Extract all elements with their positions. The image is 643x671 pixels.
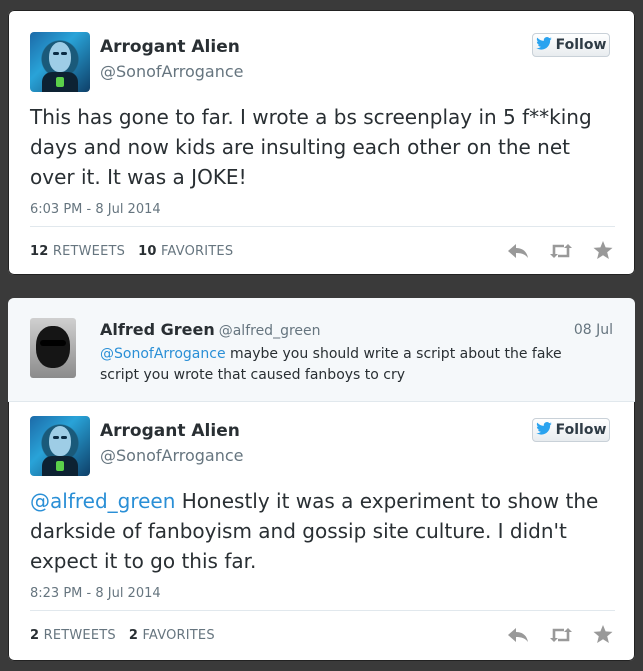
- reply-icon[interactable]: [507, 626, 529, 644]
- tweet-card-1: Arrogant Alien @SonofArrogance Follow Th…: [8, 10, 635, 275]
- tweet-text: @alfred_green Honestly it was a experime…: [30, 486, 620, 576]
- in-reply-to-tweet[interactable]: Alfred Green @alfred_green 08 Jul @SonofA…: [8, 298, 635, 402]
- author-handle[interactable]: @SonofArrogance: [100, 446, 244, 465]
- tweet-card-2: Alfred Green @alfred_green 08 Jul @SonofA…: [8, 298, 635, 661]
- author-name[interactable]: Arrogant Alien: [100, 37, 240, 57]
- retweet-label[interactable]: RETWEETS: [53, 244, 125, 259]
- reply-author[interactable]: Alfred Green @alfred_green: [100, 320, 321, 339]
- tweet-actions: [507, 625, 613, 644]
- retweet-icon[interactable]: [549, 626, 573, 644]
- author-handle[interactable]: @SonofArrogance: [100, 62, 244, 81]
- follow-button[interactable]: Follow: [532, 33, 610, 57]
- follow-label: Follow: [555, 37, 607, 53]
- favorite-count[interactable]: 2: [129, 628, 138, 643]
- tweet-timestamp[interactable]: 6:03 PM - 8 Jul 2014: [30, 202, 161, 217]
- retweet-count[interactable]: 2: [30, 628, 39, 643]
- avatar-alfred-green[interactable]: [30, 318, 76, 378]
- favorite-label[interactable]: FAVORITES: [142, 628, 214, 643]
- divider: [30, 610, 615, 611]
- reply-author-name[interactable]: Alfred Green: [100, 320, 215, 339]
- reply-author-handle[interactable]: @alfred_green: [219, 323, 321, 339]
- reply-icon[interactable]: [507, 242, 529, 260]
- star-icon[interactable]: [593, 625, 613, 644]
- follow-label: Follow: [555, 422, 607, 438]
- mention-link[interactable]: @alfred_green: [30, 489, 175, 513]
- reply-date[interactable]: 08 Jul: [574, 322, 613, 338]
- tweet-timestamp[interactable]: 8:23 PM - 8 Jul 2014: [30, 586, 161, 601]
- divider: [30, 226, 615, 227]
- star-icon[interactable]: [593, 241, 613, 260]
- twitter-bird-icon: [535, 421, 552, 439]
- favorite-count[interactable]: 10: [138, 244, 157, 259]
- reply-text: @SonofArrogance maybe you should write a…: [100, 344, 600, 386]
- tweet-stats: 12 RETWEETS 10 FAVORITES: [30, 244, 233, 259]
- retweet-icon[interactable]: [549, 242, 573, 260]
- tweet-text: This has gone to far. I wrote a bs scree…: [30, 105, 592, 189]
- author-name[interactable]: Arrogant Alien: [100, 421, 240, 441]
- tweet-stats: 2 RETWEETS 2 FAVORITES: [30, 628, 215, 643]
- retweet-label[interactable]: RETWEETS: [44, 628, 116, 643]
- tweet-actions: [507, 241, 613, 260]
- twitter-bird-icon: [535, 36, 552, 54]
- follow-button[interactable]: Follow: [532, 418, 610, 442]
- avatar-arrogant-alien[interactable]: [30, 32, 90, 92]
- mention-link[interactable]: @SonofArrogance: [100, 346, 226, 362]
- favorite-label[interactable]: FAVORITES: [161, 244, 233, 259]
- retweet-count[interactable]: 12: [30, 244, 49, 259]
- avatar-arrogant-alien[interactable]: [30, 416, 90, 476]
